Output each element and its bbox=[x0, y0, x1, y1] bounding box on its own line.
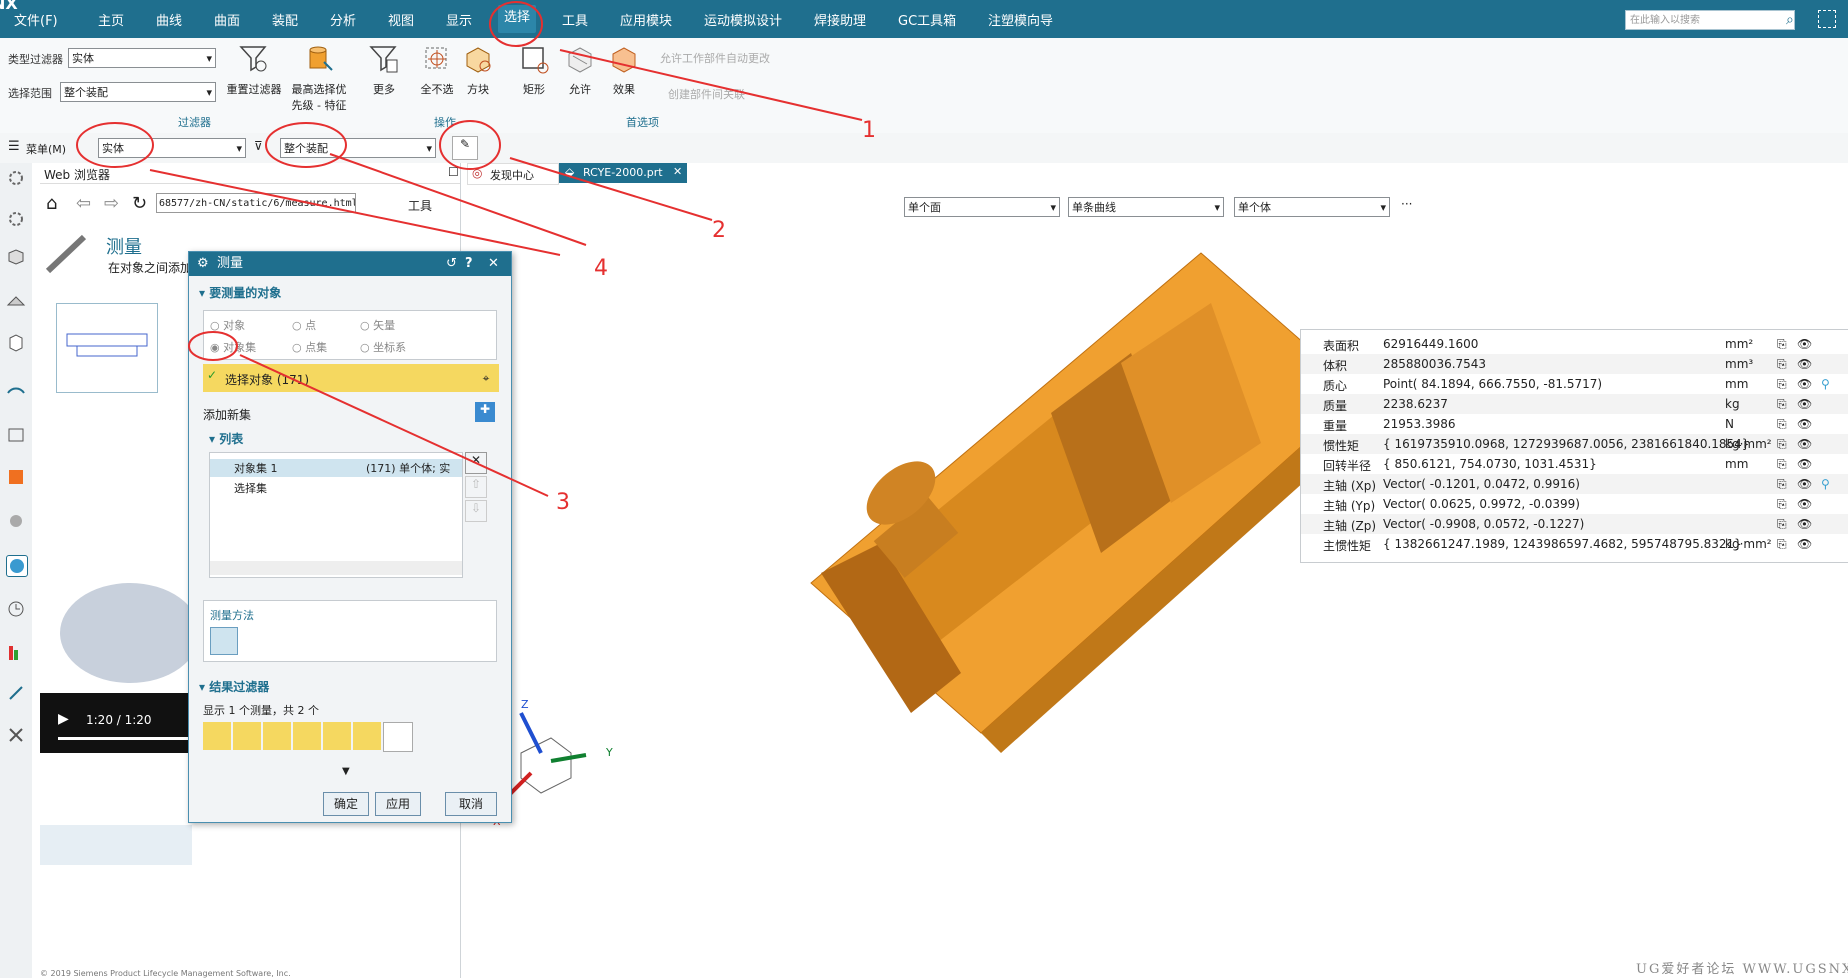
annotation-3: 3 bbox=[556, 490, 570, 515]
annotation-2: 2 bbox=[712, 218, 726, 243]
annotation-4: 4 bbox=[594, 256, 608, 281]
annotation-1: 1 bbox=[862, 118, 876, 143]
annotation-layer bbox=[76, 1, 863, 497]
